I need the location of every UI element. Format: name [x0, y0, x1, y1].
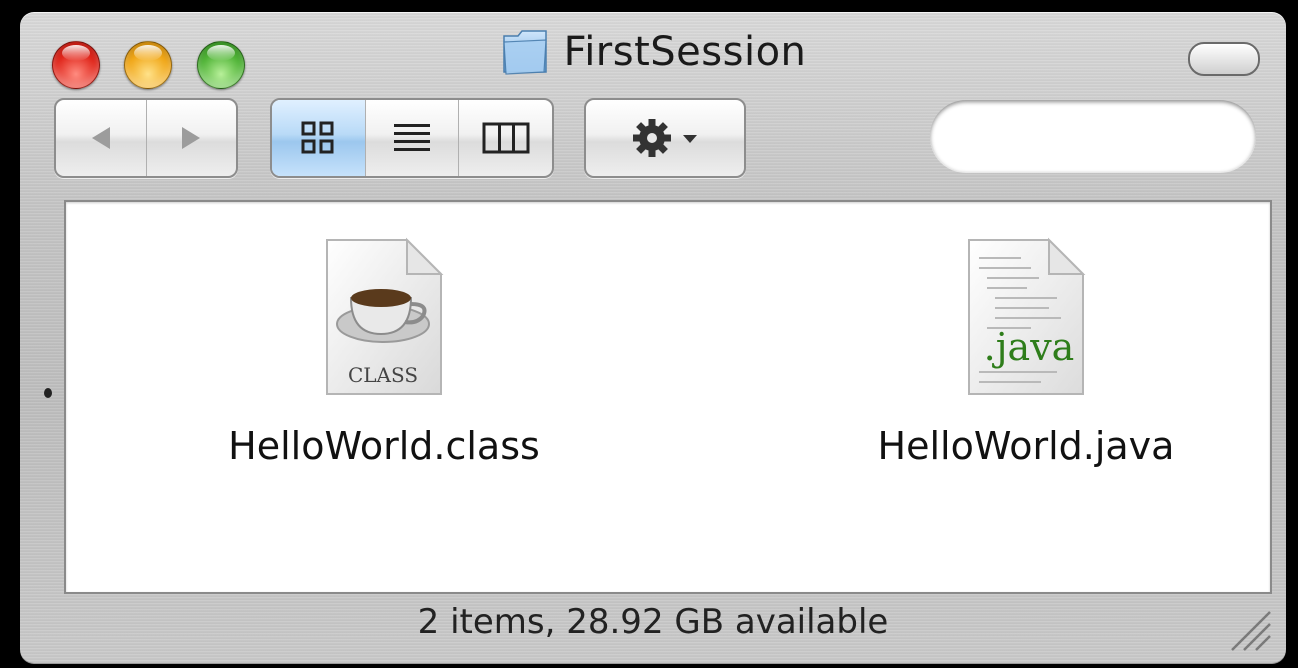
list-view-icon — [394, 124, 430, 151]
java-class-file-icon: CLASS — [326, 237, 444, 395]
column-view-icon — [482, 122, 530, 154]
back-button[interactable] — [56, 100, 147, 176]
action-menu-inner — [586, 100, 744, 176]
search-input[interactable] — [962, 110, 1286, 162]
back-arrow-icon — [91, 127, 110, 149]
forward-arrow-icon — [182, 127, 201, 149]
status-bar: 2 items, 28.92 GB available — [417, 602, 889, 642]
icon-view-icon — [301, 121, 334, 154]
chevron-down-icon — [683, 135, 697, 143]
forward-button[interactable] — [147, 100, 237, 176]
search-field[interactable] — [930, 100, 1286, 172]
finder-window: FirstSession CLASS HelloWorld.class .jav… — [20, 12, 1286, 664]
file-browser-area[interactable]: CLASS HelloWorld.class .java HelloWorld.… — [64, 200, 1272, 594]
resize-grip-icon[interactable] — [1224, 604, 1272, 652]
action-menu-button[interactable] — [584, 98, 746, 178]
toolbar-toggle-button[interactable] — [1188, 42, 1260, 76]
scroll-indicator — [44, 388, 52, 398]
java-source-file-icon: .java — [968, 237, 1086, 395]
icon-view-button[interactable] — [272, 100, 366, 176]
back-forward-control — [54, 98, 238, 178]
file-item[interactable]: CLASS HelloWorld.class — [194, 236, 574, 468]
class-badge-text: CLASS — [348, 363, 418, 387]
java-badge-text: .java — [984, 325, 1075, 369]
file-item[interactable]: .java HelloWorld.java — [836, 236, 1216, 468]
list-view-button[interactable] — [366, 100, 460, 176]
column-view-button[interactable] — [459, 100, 552, 176]
window-title: FirstSession — [563, 29, 807, 75]
window-title-bar: FirstSession — [20, 26, 1286, 78]
view-mode-control — [270, 98, 554, 178]
gear-icon — [633, 119, 671, 157]
folder-icon — [502, 30, 547, 75]
file-name: HelloWorld.java — [877, 424, 1175, 468]
file-name: HelloWorld.class — [228, 424, 540, 468]
